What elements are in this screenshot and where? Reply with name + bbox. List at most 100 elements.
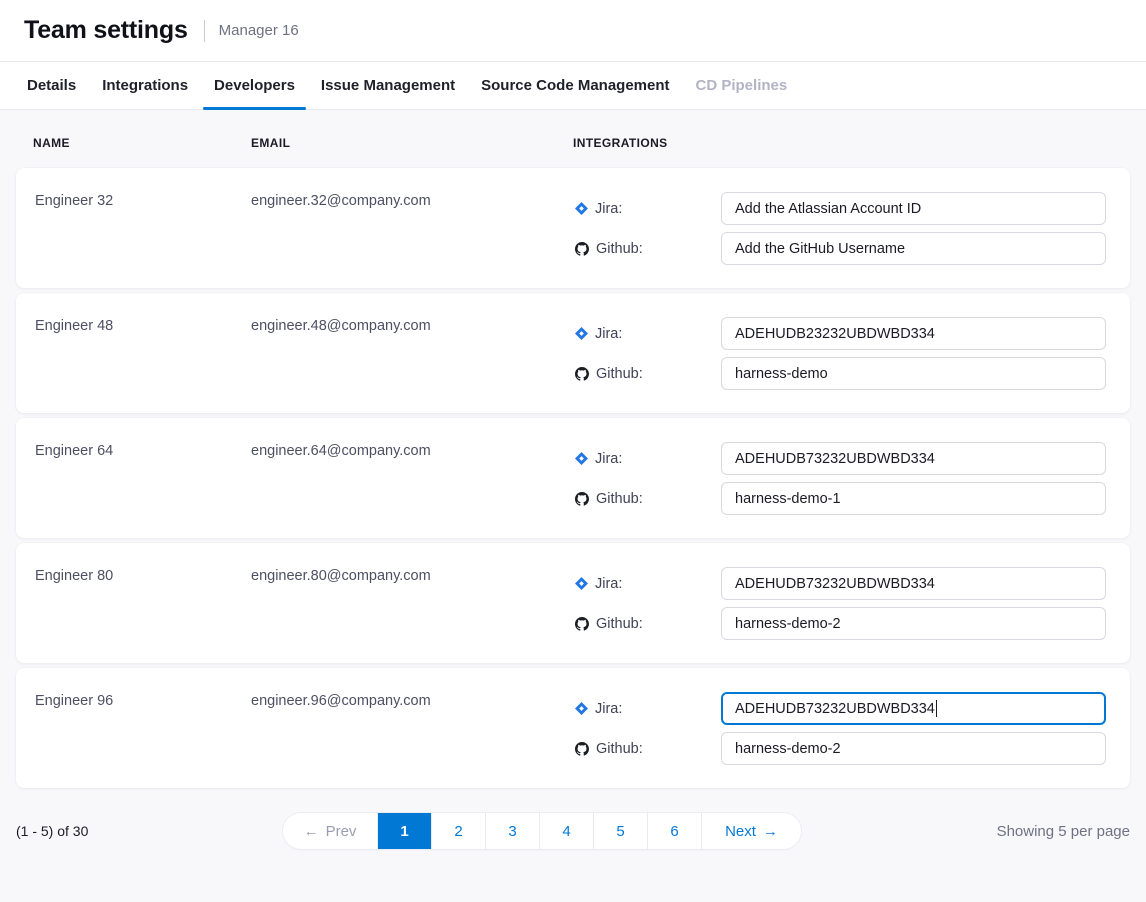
per-page-text: Showing 5 per page: [801, 823, 1130, 840]
github-icon: [575, 742, 589, 756]
jira-icon: [575, 327, 588, 340]
github-integration-row: Github: harness-demo-1: [573, 482, 1106, 515]
column-header-email: EMAIL: [251, 136, 573, 150]
table-row: Engineer 80 engineer.80@company.com Jira…: [16, 543, 1130, 663]
github-username-input[interactable]: harness-demo: [721, 357, 1106, 390]
table-row: Engineer 48 engineer.48@company.com Jira…: [16, 293, 1130, 413]
jira-icon: [575, 702, 588, 715]
prev-page-button[interactable]: ← Prev: [283, 813, 377, 849]
jira-icon: [575, 202, 588, 215]
github-label-text: Github:: [596, 491, 643, 507]
table-column-headers: NAME EMAIL INTEGRATIONS: [0, 136, 1146, 150]
github-label: Github:: [573, 241, 721, 257]
input-text: ADEHUDB73232UBDWBD334: [735, 576, 935, 592]
github-username-input[interactable]: harness-demo-2: [721, 732, 1106, 765]
pager: ← Prev 1 2 3 4 5 6 Next →: [283, 813, 801, 849]
page-button-1[interactable]: 1: [377, 813, 431, 849]
page-header: Team settings Manager 16: [0, 0, 1146, 62]
github-username-input[interactable]: Add the GitHub Username: [721, 232, 1106, 265]
developer-email: engineer.64@company.com: [251, 418, 573, 538]
input-text: ADEHUDB73232UBDWBD334: [735, 701, 935, 717]
column-header-name: NAME: [33, 136, 251, 150]
jira-account-input[interactable]: ADEHUDB73232UBDWBD334: [721, 567, 1106, 600]
tab-details[interactable]: Details: [16, 62, 87, 109]
column-header-integrations: INTEGRATIONS: [573, 136, 1122, 150]
github-label: Github:: [573, 366, 721, 382]
github-label-text: Github:: [596, 366, 643, 382]
github-integration-row: Github: harness-demo-2: [573, 732, 1106, 765]
github-label: Github:: [573, 741, 721, 757]
jira-label: Jira:: [573, 576, 721, 592]
github-username-input[interactable]: harness-demo-1: [721, 482, 1106, 515]
github-username-input[interactable]: harness-demo-2: [721, 607, 1106, 640]
github-icon: [575, 492, 589, 506]
developer-name: Engineer 64: [35, 418, 251, 538]
github-label-text: Github:: [596, 741, 643, 757]
developer-email: engineer.32@company.com: [251, 168, 573, 288]
jira-label-text: Jira:: [595, 201, 622, 217]
developer-name: Engineer 48: [35, 293, 251, 413]
pagination-bar: (1 - 5) of 30 ← Prev 1 2 3 4 5 6 Next → …: [16, 813, 1130, 849]
jira-label-text: Jira:: [595, 326, 622, 342]
jira-label: Jira:: [573, 701, 721, 717]
tab-developers[interactable]: Developers: [203, 62, 306, 109]
jira-integration-row: Jira: ADEHUDB73232UBDWBD334: [573, 442, 1106, 475]
integrations-cell: Jira: ADEHUDB73232UBDWBD334 Github: harn…: [573, 543, 1106, 663]
jira-integration-row: Jira: ADEHUDB23232UBDWBD334: [573, 317, 1106, 350]
pagination-range: (1 - 5) of 30: [16, 823, 283, 839]
github-label: Github:: [573, 616, 721, 632]
input-text: harness-demo-1: [735, 491, 841, 507]
jira-label: Jira:: [573, 451, 721, 467]
jira-account-input[interactable]: Add the Atlassian Account ID: [721, 192, 1106, 225]
page-title: Team settings: [24, 16, 188, 45]
input-text: harness-demo-2: [735, 616, 841, 632]
table-row: Engineer 64 engineer.64@company.com Jira…: [16, 418, 1130, 538]
jira-label-text: Jira:: [595, 576, 622, 592]
input-text: ADEHUDB23232UBDWBD334: [735, 326, 935, 342]
github-icon: [575, 242, 589, 256]
github-label: Github:: [573, 491, 721, 507]
input-text: Add the GitHub Username: [735, 241, 905, 257]
jira-account-input-focused[interactable]: ADEHUDB73232UBDWBD334: [721, 692, 1106, 725]
arrow-left-icon: ←: [304, 823, 319, 840]
next-label: Next: [725, 823, 756, 840]
developer-email: engineer.96@company.com: [251, 668, 573, 788]
next-page-button[interactable]: Next →: [701, 813, 801, 849]
tab-source-code-management[interactable]: Source Code Management: [470, 62, 680, 109]
jira-label: Jira:: [573, 326, 721, 342]
prev-label: Prev: [326, 823, 357, 840]
github-icon: [575, 617, 589, 631]
tab-integrations[interactable]: Integrations: [91, 62, 199, 109]
input-text: ADEHUDB73232UBDWBD334: [735, 451, 935, 467]
github-integration-row: Github: Add the GitHub Username: [573, 232, 1106, 265]
page-button-5[interactable]: 5: [593, 813, 647, 849]
jira-icon: [575, 452, 588, 465]
tab-issue-management[interactable]: Issue Management: [310, 62, 466, 109]
tab-cd-pipelines: CD Pipelines: [685, 62, 799, 109]
input-text: harness-demo: [735, 366, 828, 382]
table-row: Engineer 96 engineer.96@company.com Jira…: [16, 668, 1130, 788]
table-row: Engineer 32 engineer.32@company.com Jira…: [16, 168, 1130, 288]
jira-integration-row: Jira: ADEHUDB73232UBDWBD334: [573, 692, 1106, 725]
github-integration-row: Github: harness-demo: [573, 357, 1106, 390]
github-integration-row: Github: harness-demo-2: [573, 607, 1106, 640]
integrations-cell: Jira: Add the Atlassian Account ID Githu…: [573, 168, 1106, 288]
arrow-right-icon: →: [763, 823, 778, 840]
github-label-text: Github:: [596, 616, 643, 632]
integrations-cell: Jira: ADEHUDB73232UBDWBD334 Github: harn…: [573, 668, 1106, 788]
developer-email: engineer.80@company.com: [251, 543, 573, 663]
developer-email: engineer.48@company.com: [251, 293, 573, 413]
jira-account-input[interactable]: ADEHUDB23232UBDWBD334: [721, 317, 1106, 350]
page-button-2[interactable]: 2: [431, 813, 485, 849]
title-divider: [204, 20, 205, 42]
page-button-3[interactable]: 3: [485, 813, 539, 849]
page-button-4[interactable]: 4: [539, 813, 593, 849]
developer-name: Engineer 32: [35, 168, 251, 288]
page-button-6[interactable]: 6: [647, 813, 701, 849]
integrations-cell: Jira: ADEHUDB23232UBDWBD334 Github: harn…: [573, 293, 1106, 413]
jira-account-input[interactable]: ADEHUDB73232UBDWBD334: [721, 442, 1106, 475]
jira-label-text: Jira:: [595, 701, 622, 717]
developer-name: Engineer 96: [35, 668, 251, 788]
input-text: harness-demo-2: [735, 741, 841, 757]
integrations-cell: Jira: ADEHUDB73232UBDWBD334 Github: harn…: [573, 418, 1106, 538]
